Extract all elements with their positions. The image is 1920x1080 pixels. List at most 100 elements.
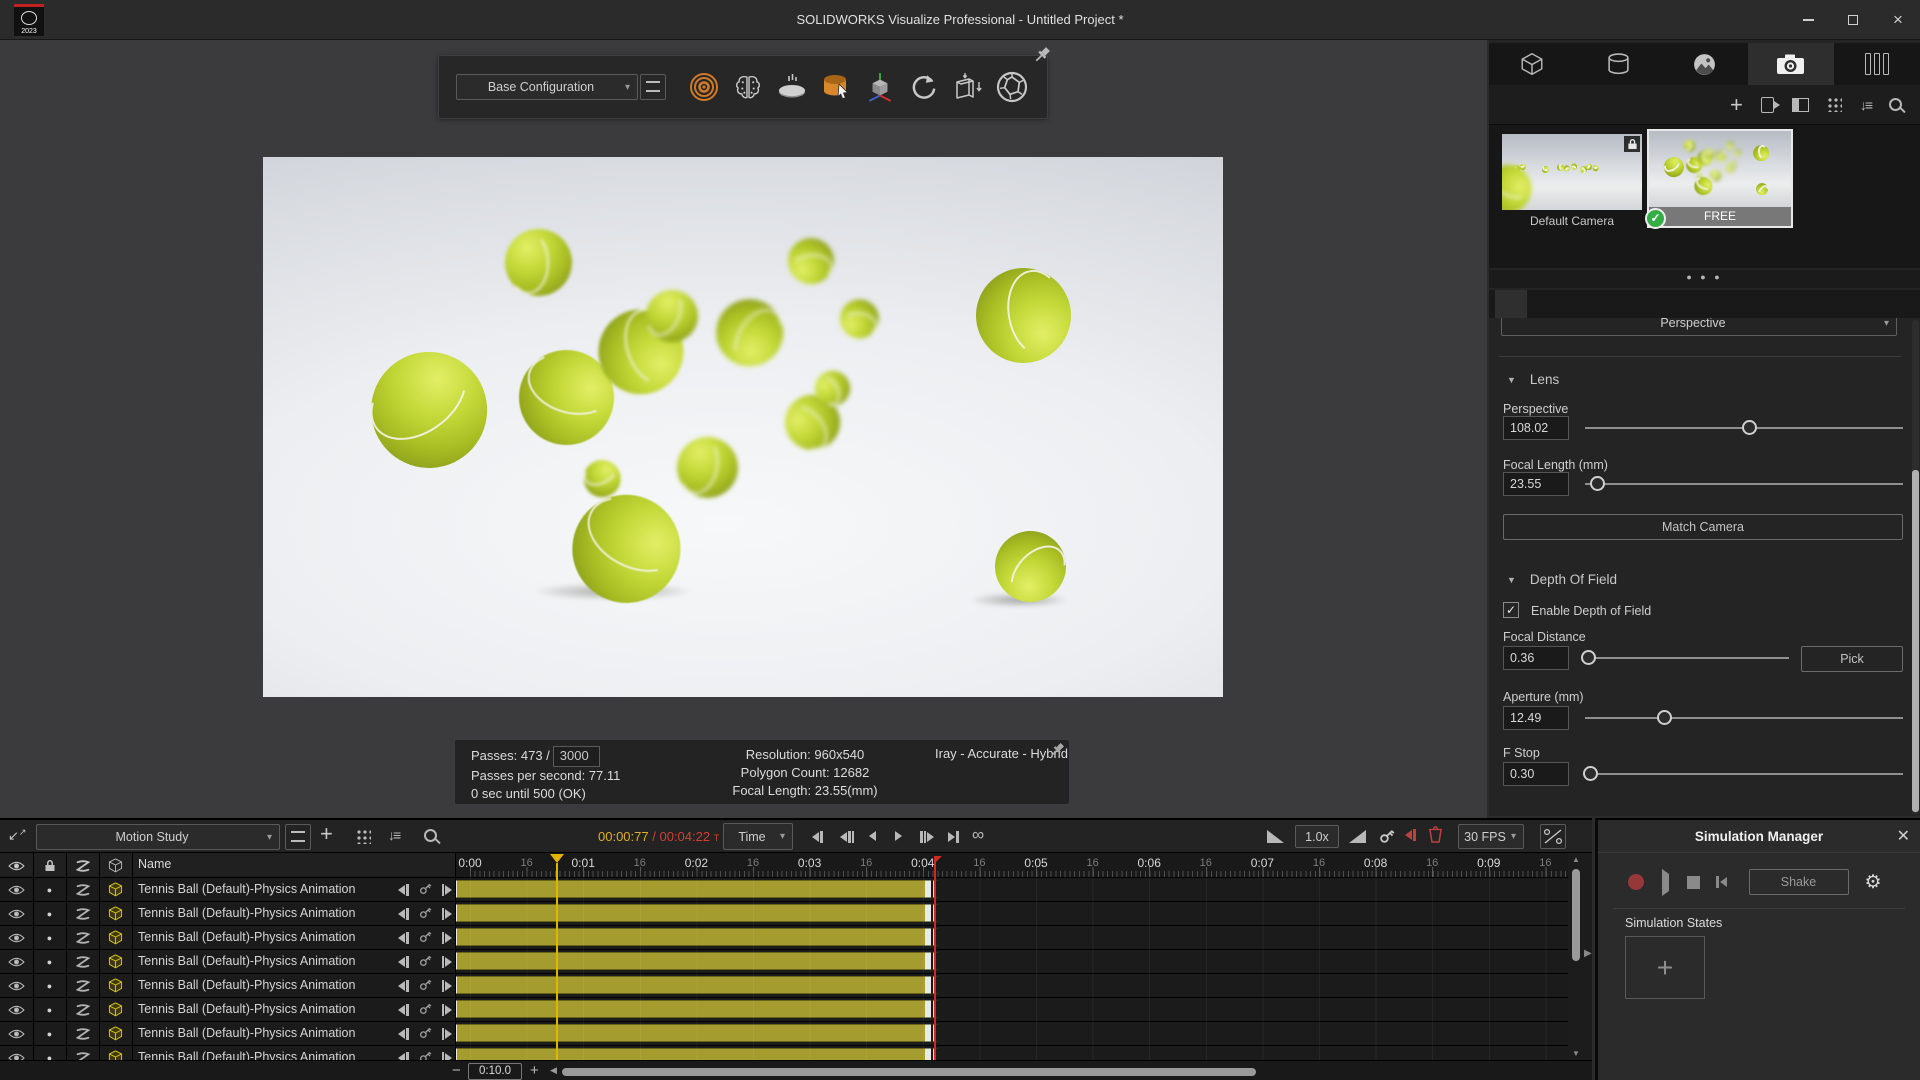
track-name[interactable]: Tennis Ball (Default)-Physics Animation: [138, 902, 355, 925]
aperture-slider[interactable]: [1585, 707, 1903, 729]
track-visibility-icon[interactable]: [0, 1022, 33, 1045]
key-icon[interactable]: [418, 953, 433, 971]
camera-property-tab[interactable]: [1559, 290, 1591, 318]
track-visibility-icon[interactable]: [0, 878, 33, 901]
track-row[interactable]: ● Tennis Ball (Default)-Physics Animatio…: [0, 1022, 1568, 1046]
prev-keyframe-button[interactable]: [398, 980, 409, 992]
fstop-slider[interactable]: [1585, 763, 1903, 785]
camera-property-tab[interactable]: [1623, 290, 1655, 318]
track-name[interactable]: Tennis Ball (Default)-Physics Animation: [138, 878, 355, 901]
fast-render-mode-icon[interactable]: [684, 67, 724, 107]
track-animation-icon[interactable]: [66, 974, 99, 997]
panel-resize-handle[interactable]: ● ● ●: [1489, 270, 1920, 288]
track-row[interactable]: ● Tennis Ball (Default)-Physics Animatio…: [0, 878, 1568, 902]
next-keyframe-button[interactable]: [442, 1052, 453, 1061]
track-animation-icon[interactable]: [66, 902, 99, 925]
focal-distance-input[interactable]: 0.36: [1503, 646, 1569, 670]
animation-clip-bar[interactable]: [455, 928, 939, 946]
menu-item[interactable]: [198, 16, 218, 24]
configuration-menu-button[interactable]: [640, 74, 666, 100]
ai-denoiser-icon[interactable]: [728, 67, 768, 107]
tab-appearances[interactable]: [1575, 43, 1661, 85]
menu-item[interactable]: [114, 16, 134, 24]
scroll-up-icon[interactable]: ▲: [1572, 855, 1580, 864]
search-icon[interactable]: [1889, 98, 1902, 111]
track-lock-state-dot[interactable]: ●: [33, 974, 66, 997]
menu-item[interactable]: [86, 16, 106, 24]
gear-icon[interactable]: ⚙: [1865, 871, 1882, 894]
lock-column-icon[interactable]: [33, 853, 66, 878]
collapse-panel-icon[interactable]: ↙↗: [8, 828, 26, 844]
next-keyframe-button[interactable]: [442, 908, 453, 920]
object-column-icon[interactable]: [99, 853, 132, 878]
scroll-down-icon[interactable]: ▼: [1572, 1049, 1580, 1058]
prev-keyframe-button[interactable]: [398, 956, 409, 968]
scroll-left-icon[interactable]: ◀: [550, 1065, 557, 1076]
playhead[interactable]: [556, 863, 558, 1060]
visibility-column-icon[interactable]: [0, 853, 33, 878]
track-row[interactable]: ● Tennis Ball (Default)-Physics Animatio…: [0, 926, 1568, 950]
focal-length-slider[interactable]: [1585, 473, 1903, 495]
slider-thumb[interactable]: [1742, 420, 1757, 435]
prev-keyframe-button[interactable]: [398, 932, 409, 944]
track-visibility-icon[interactable]: [0, 926, 33, 949]
add-camera-button[interactable]: +: [1730, 95, 1743, 115]
key-icon[interactable]: [418, 881, 433, 899]
track-lock-state-dot[interactable]: ●: [33, 902, 66, 925]
motion-study-dropdown[interactable]: Motion Study ▾: [36, 824, 280, 850]
key-icon[interactable]: [418, 929, 433, 947]
turntable-icon[interactable]: [772, 67, 812, 107]
animation-column-icon[interactable]: [66, 853, 99, 878]
track-lock-state-dot[interactable]: ●: [33, 878, 66, 901]
expand-panel-icon[interactable]: ▶: [1584, 948, 1592, 959]
track-row[interactable]: ● Tennis Ball (Default)-Physics Animatio…: [0, 902, 1568, 926]
next-frame-button[interactable]: [920, 831, 934, 843]
play-button[interactable]: [895, 831, 902, 841]
prev-keyframe-button[interactable]: [398, 1028, 409, 1040]
study-menu-button[interactable]: [285, 824, 311, 850]
record-simulation-button[interactable]: [1628, 874, 1644, 890]
timeline-view-button[interactable]: [356, 829, 371, 844]
track-visibility-icon[interactable]: [0, 1046, 33, 1060]
prev-keyframe-button[interactable]: [398, 1052, 409, 1061]
passes-limit-input[interactable]: 3000: [553, 746, 600, 767]
horizontal-scrollbar-thumb[interactable]: [562, 1068, 1256, 1076]
ramp-down-icon[interactable]: [1267, 830, 1284, 843]
perspective-input[interactable]: 108.02: [1503, 416, 1569, 440]
tab-models[interactable]: [1489, 43, 1575, 85]
name-column-header[interactable]: Name: [138, 857, 171, 871]
menu-item[interactable]: [142, 16, 162, 24]
timeline-ruler[interactable]: 0:00160:01160:02160:03160:04160:05160:06…: [455, 853, 1568, 878]
key-icon[interactable]: [418, 1001, 433, 1019]
next-keyframe-button[interactable]: [442, 956, 453, 968]
ramp-up-icon[interactable]: [1349, 830, 1366, 843]
autokey-icon[interactable]: [1378, 827, 1396, 848]
reset-camera-icon[interactable]: [904, 67, 944, 107]
track-visibility-icon[interactable]: [0, 902, 33, 925]
slider-thumb[interactable]: [1583, 766, 1598, 781]
add-keyframe-button[interactable]: +: [320, 824, 333, 844]
aperture-input[interactable]: 12.49: [1503, 706, 1569, 730]
track-name[interactable]: Tennis Ball (Default)-Physics Animation: [138, 998, 355, 1021]
next-keyframe-button[interactable]: [442, 932, 453, 944]
animation-clip-bar[interactable]: [455, 976, 939, 994]
track-lock-state-dot[interactable]: ●: [33, 998, 66, 1021]
maximize-button[interactable]: [1831, 0, 1875, 40]
track-animation-icon[interactable]: [66, 926, 99, 949]
prev-keyframe-button[interactable]: [398, 884, 409, 896]
lens-section-header[interactable]: ▼ Lens: [1507, 372, 1559, 387]
move-object-axes-icon[interactable]: [860, 67, 900, 107]
duplicate-camera-button[interactable]: [1761, 97, 1774, 113]
close-button[interactable]: ×: [1876, 0, 1920, 40]
minimize-button[interactable]: [1786, 0, 1830, 40]
track-row[interactable]: ● Tennis Ball (Default)-Physics Animatio…: [0, 950, 1568, 974]
track-name[interactable]: Tennis Ball (Default)-Physics Animation: [138, 926, 355, 949]
animation-clip-bar[interactable]: [455, 880, 939, 898]
focal-length-input[interactable]: 23.55: [1503, 472, 1569, 496]
track-visibility-icon[interactable]: [0, 998, 33, 1021]
sort-button[interactable]: ↓≡: [1860, 97, 1871, 113]
prev-keyframe-button[interactable]: [398, 1004, 409, 1016]
animation-clip-bar[interactable]: [455, 1024, 939, 1042]
shake-button[interactable]: Shake: [1749, 869, 1849, 895]
panel-scrollbar[interactable]: [1912, 320, 1919, 814]
